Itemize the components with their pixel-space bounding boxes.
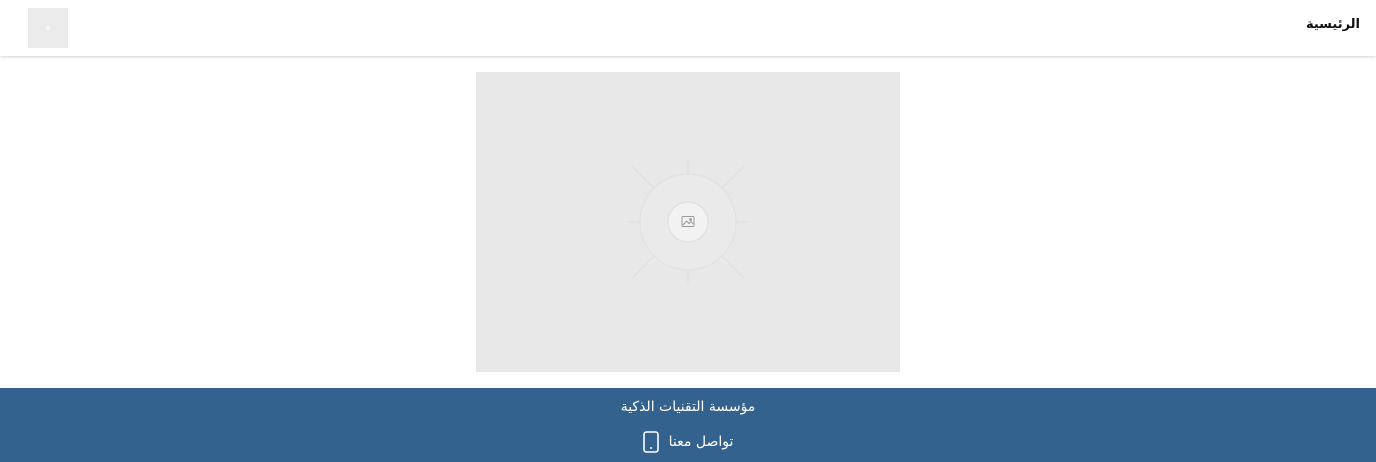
phone-icon: [642, 431, 659, 453]
logo-dot: [46, 26, 50, 30]
main-content: [0, 56, 1376, 388]
nav-home-link[interactable]: الرئيسية: [1306, 17, 1360, 32]
contact-us-label: تواصل معنا: [668, 434, 734, 450]
image-placeholder-icon: [626, 160, 750, 284]
logo-placeholder-icon[interactable]: [28, 8, 68, 48]
company-name: مؤسسة التقنيات الذكية: [620, 399, 756, 415]
image-placeholder: [476, 72, 900, 372]
header: الرئيسية: [0, 0, 1376, 56]
contact-us-link[interactable]: تواصل معنا: [0, 430, 1376, 454]
footer: مؤسسة التقنيات الذكية تواصل معنا: [0, 388, 1376, 462]
